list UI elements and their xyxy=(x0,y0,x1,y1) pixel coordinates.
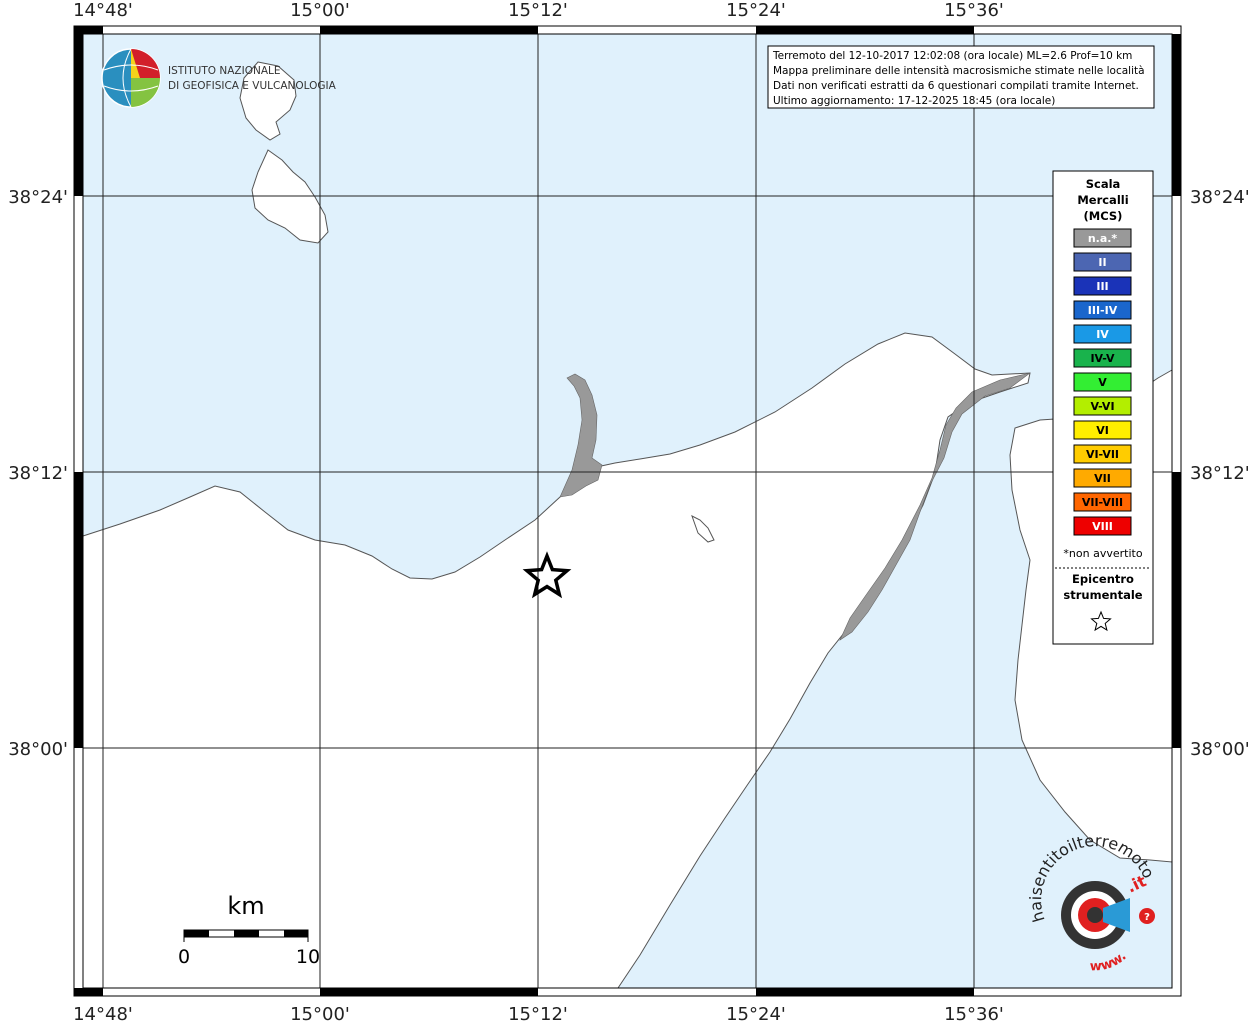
legend-item: VII xyxy=(1073,468,1132,488)
x-tick-bottom-3: 15°12' xyxy=(508,1004,568,1024)
scale-start: 0 xyxy=(178,946,190,968)
legend-item: n.a.* xyxy=(1073,228,1132,248)
legend-item: IV xyxy=(1073,324,1132,344)
legend-label: VI-VII xyxy=(1086,448,1119,461)
legend-label: n.a.* xyxy=(1088,232,1118,245)
x-tick-bottom-5: 15°36' xyxy=(944,1004,1004,1024)
info-line-2: Mappa preliminare delle intensità macros… xyxy=(773,65,1145,77)
x-tick-top-2: 15°00' xyxy=(290,0,350,21)
legend-label: VI xyxy=(1096,424,1109,437)
legend-label: IV-V xyxy=(1090,352,1115,365)
info-line-4: Ultimo aggiornamento: 17-12-2025 18:45 (… xyxy=(773,95,1055,107)
y-tick-left-3: 38°00' xyxy=(8,739,68,760)
x-tick-bottom-1: 14°48' xyxy=(73,1004,133,1024)
y-tick-left-1: 38°24' xyxy=(8,187,68,208)
legend-item: V-VI xyxy=(1073,396,1132,416)
scale-end: 10 xyxy=(296,946,320,968)
legend-label: IV xyxy=(1096,328,1109,341)
legend-label: VIII xyxy=(1092,520,1113,533)
svg-text:?: ? xyxy=(1144,912,1150,923)
info-line-3: Dati non verificati estratti da 6 questi… xyxy=(773,80,1139,92)
x-tick-bottom-2: 15°00' xyxy=(290,1004,350,1024)
legend-title-1: Scala xyxy=(1086,177,1121,191)
legend-label: V xyxy=(1098,376,1107,389)
x-tick-top-5: 15°36' xyxy=(944,0,1004,21)
legend-label: VII xyxy=(1094,472,1111,485)
x-tick-top-1: 14°48' xyxy=(73,0,133,21)
legend-label: V-VI xyxy=(1090,400,1114,413)
info-line-1: Terremoto del 12-10-2017 12:02:08 (ora l… xyxy=(772,50,1132,62)
legend-label: III-IV xyxy=(1088,304,1118,317)
legend-epicenter-1: Epicentro xyxy=(1072,572,1134,586)
legend-label: II xyxy=(1098,256,1106,269)
legend-item: III-IV xyxy=(1073,300,1132,320)
legend-item: V xyxy=(1073,372,1132,392)
org-name-line2: DI GEOFISICA E VULCANOLOGIA xyxy=(168,80,337,92)
legend-item: VIII xyxy=(1073,516,1132,536)
legend-epicenter-2: strumentale xyxy=(1063,588,1142,602)
legend-item: III xyxy=(1073,276,1132,296)
legend-note: *non avvertito xyxy=(1063,547,1142,560)
legend-item: IV-V xyxy=(1073,348,1132,368)
y-tick-left-2: 38°12' xyxy=(8,463,68,484)
x-tick-top-3: 15°12' xyxy=(508,0,568,21)
mcs-legend: Scala Mercalli (MCS) n.a.*IIIIIIII-IVIVI… xyxy=(1052,170,1154,645)
x-tick-top-4: 15°24' xyxy=(726,0,786,21)
intensity-map: 14°48' 15°00' 15°12' 15°24' 15°36' 14°48… xyxy=(0,0,1255,1025)
legend-title-3: (MCS) xyxy=(1084,209,1123,223)
y-tick-right-1: 38°24' xyxy=(1190,187,1250,208)
legend-item: VII-VIII xyxy=(1073,492,1132,512)
legend-item: VI-VII xyxy=(1073,444,1132,464)
legend-title-2: Mercalli xyxy=(1077,193,1128,207)
y-tick-right-2: 38°12' xyxy=(1190,463,1250,484)
y-tick-right-3: 38°00' xyxy=(1190,739,1250,760)
org-name-line1: ISTITUTO NAZIONALE xyxy=(168,65,281,77)
map-canvas: 14°48' 15°00' 15°12' 15°24' 15°36' 14°48… xyxy=(8,0,1250,1025)
legend-item: VI xyxy=(1073,420,1132,440)
scale-unit: km xyxy=(227,892,264,920)
legend-label: III xyxy=(1096,280,1108,293)
legend-item: II xyxy=(1073,252,1132,272)
info-box: Terremoto del 12-10-2017 12:02:08 (ora l… xyxy=(767,45,1155,109)
legend-label: VII-VIII xyxy=(1082,496,1123,509)
x-tick-bottom-4: 15°24' xyxy=(726,1004,786,1024)
